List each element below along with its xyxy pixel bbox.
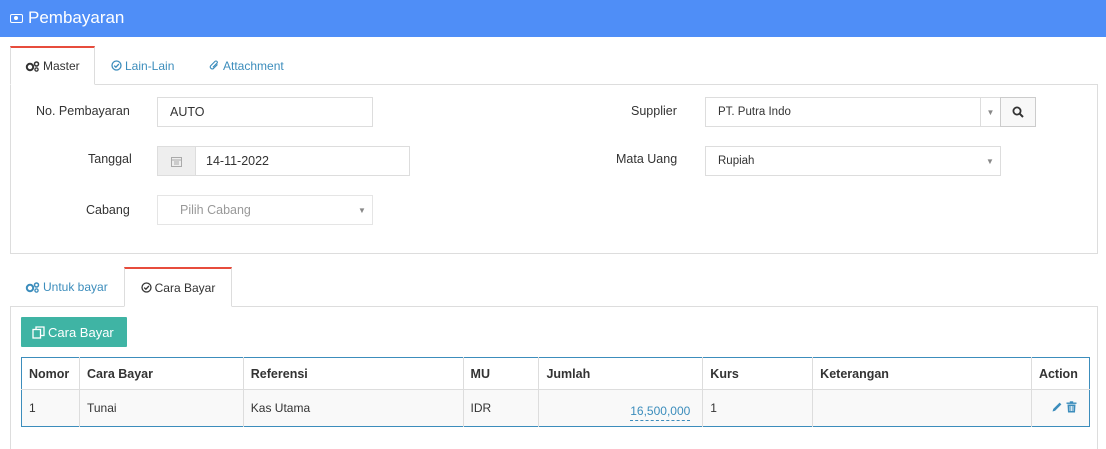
mata-uang-select[interactable]: Rupiah ▼ xyxy=(705,146,1001,176)
trash-icon[interactable] xyxy=(1066,400,1077,416)
table-row: 1 Tunai Kas Utama IDR 16,500,000 1 xyxy=(21,389,1090,427)
col-keterangan: Keterangan xyxy=(812,357,1032,390)
cabang-select[interactable]: Pilih Cabang ▼ xyxy=(157,195,373,225)
master-form-panel: No. Pembayaran AUTO Tanggal 14-11-2022 C… xyxy=(10,84,1098,254)
no-pembayaran-input[interactable]: AUTO xyxy=(157,97,373,127)
table-header-row: Nomor Cara Bayar Referensi MU Jumlah Kur… xyxy=(21,357,1090,390)
no-pembayaran-value: AUTO xyxy=(170,105,205,119)
cara-bayar-table: Nomor Cara Bayar Referensi MU Jumlah Kur… xyxy=(21,357,1090,427)
tanggal-input[interactable]: 14-11-2022 xyxy=(157,146,410,176)
money-icon xyxy=(10,13,23,23)
col-mu: MU xyxy=(463,357,540,390)
tab-untuk-bayar-label: Untuk bayar xyxy=(43,280,108,294)
chevron-down-icon: ▼ xyxy=(986,156,994,166)
cell-referensi: Kas Utama xyxy=(243,389,464,427)
paperclip-icon xyxy=(209,60,218,70)
col-nomor: Nomor xyxy=(21,357,80,390)
cell-keterangan xyxy=(812,389,1032,427)
cell-cara-bayar: Tunai xyxy=(79,389,244,427)
tab-master[interactable]: Master xyxy=(10,46,95,85)
supplier-search-button[interactable] xyxy=(1000,97,1036,127)
cell-nomor: 1 xyxy=(21,389,80,427)
no-pembayaran-label: No. Pembayaran xyxy=(36,104,130,118)
mata-uang-value: Rupiah xyxy=(718,155,755,167)
tab-attachment-label: Attachment xyxy=(223,58,284,73)
mata-uang-label: Mata Uang xyxy=(616,152,678,166)
cabang-placeholder: Pilih Cabang xyxy=(180,203,251,217)
cogs-icon xyxy=(25,60,40,72)
col-jumlah: Jumlah xyxy=(538,357,704,390)
col-referensi: Referensi xyxy=(243,357,464,390)
cell-action xyxy=(1031,389,1090,427)
page-title: Pembayaran xyxy=(10,8,124,28)
tab-attachment[interactable]: Attachment xyxy=(209,46,284,85)
col-kurs: Kurs xyxy=(702,357,814,390)
tanggal-label: Tanggal xyxy=(88,152,132,166)
tab-master-label: Master xyxy=(43,59,80,73)
chevron-down-icon: ▼ xyxy=(980,98,1000,126)
supplier-value: PT. Putra Indo xyxy=(718,106,791,118)
tab-lain-lain-label: Lain-Lain xyxy=(125,58,175,73)
jumlah-editable[interactable]: 16,500,000 xyxy=(630,404,691,421)
supplier-select[interactable]: PT. Putra Indo ▼ xyxy=(705,97,1001,127)
cabang-label: Cabang xyxy=(86,203,130,217)
cell-jumlah: 16,500,000 xyxy=(538,389,704,427)
tab-cara-bayar[interactable]: Cara Bayar xyxy=(124,267,232,307)
add-cara-bayar-label: Cara Bayar xyxy=(48,324,114,340)
cell-kurs: 1 xyxy=(702,389,814,427)
cell-mu: IDR xyxy=(463,389,540,427)
search-icon xyxy=(1012,106,1024,118)
chevron-down-icon: ▼ xyxy=(358,205,366,215)
edit-icon[interactable] xyxy=(1051,401,1063,416)
col-cara-bayar: Cara Bayar xyxy=(79,357,244,390)
calendar-icon xyxy=(158,147,196,175)
tab-cara-bayar-label: Cara Bayar xyxy=(154,280,216,295)
col-action: Action xyxy=(1031,357,1090,390)
check-circle-icon xyxy=(140,282,152,293)
cogs-icon xyxy=(25,281,40,293)
add-cara-bayar-button[interactable]: Cara Bayar xyxy=(21,317,127,347)
page-title-text: Pembayaran xyxy=(28,8,125,27)
check-circle-icon xyxy=(111,60,122,71)
cara-bayar-panel: Cara Bayar Nomor Cara Bayar Referensi MU… xyxy=(10,306,1098,449)
top-tab-bar: Master Lain-Lain Attachment xyxy=(10,46,1098,85)
tab-lain-lain[interactable]: Lain-Lain xyxy=(111,46,174,85)
title-bar: Pembayaran xyxy=(0,0,1106,37)
copy-icon xyxy=(32,325,45,339)
tanggal-value: 14-11-2022 xyxy=(206,154,270,168)
bottom-tab-bar: Untuk bayar Cara Bayar xyxy=(10,267,1098,307)
supplier-label: Supplier xyxy=(631,104,677,118)
tab-untuk-bayar[interactable]: Untuk bayar xyxy=(25,267,108,307)
